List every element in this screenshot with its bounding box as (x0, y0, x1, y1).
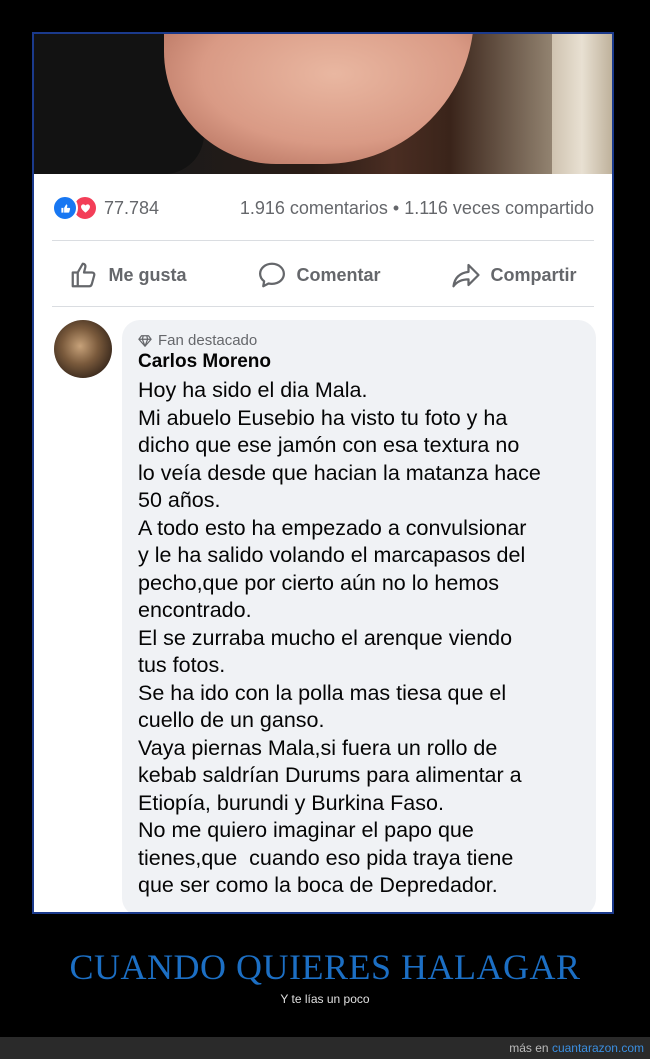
share-button[interactable]: Compartir (451, 260, 577, 290)
comment-label: Comentar (296, 264, 381, 285)
fan-badge: Fan destacado (138, 332, 580, 349)
avatar[interactable] (54, 320, 112, 378)
divider (52, 306, 594, 307)
comment-line: pecho,que por cierto aún no lo hemos (138, 570, 499, 595)
comment-line: El se zurraba mucho el arenque viendo (138, 625, 513, 650)
comment-line: No me quiero imaginar el papo que (138, 818, 474, 842)
comment-line: lo veía desde que hacian la matanza hace (138, 460, 541, 485)
like-button[interactable]: Me gusta (69, 260, 187, 290)
share-label: Compartir (490, 264, 577, 285)
photo-background (552, 34, 612, 174)
photo-arm (164, 34, 474, 164)
footer-text: más en cuantarazon.com (509, 1041, 644, 1055)
comment-icon (259, 262, 286, 288)
like-reaction-icon (52, 195, 78, 221)
comment-line: dicho que ese jamón con esa textura no (138, 433, 520, 457)
comment-text: Hoy ha sido el dia Mala. Mi abuelo Euseb… (138, 377, 580, 900)
comment-line: tienes,que cuando eso pida traya tiene (138, 845, 514, 870)
footer-prefix: más en (509, 1041, 552, 1055)
comment-line: que ser como la boca de Depredador. (138, 873, 498, 897)
comment-line: Vaya piernas Mala,si fuera un rollo de (138, 735, 498, 760)
comments-shares-count[interactable]: 1.916 comentarios • 1.116 veces comparti… (240, 198, 594, 219)
comment-bubble: Fan destacado Carlos Moreno Hoy ha sido … (122, 320, 596, 912)
comment-author[interactable]: Carlos Moreno (138, 351, 580, 373)
share-icon (452, 263, 481, 288)
comment-line: cuello de un ganso. (138, 708, 325, 732)
reactions[interactable]: 77.784 (52, 195, 159, 221)
site-link[interactable]: cuantarazon.com (552, 1041, 644, 1055)
comment-line: A todo esto ha empezado a convulsionar (138, 515, 527, 540)
comment-line: encontrado. (138, 598, 252, 622)
post-actions: Me gusta Comentar Compartir (34, 252, 612, 298)
meme-title: CUANDO QUIERES HALAGAR (69, 947, 581, 987)
screenshot-frame: 77.784 1.916 comentarios • 1.116 veces c… (32, 32, 614, 914)
footer-bar: más en cuantarazon.com (0, 1037, 650, 1059)
comment-line: tus fotos. (138, 653, 226, 677)
badge-label: Fan destacado (158, 332, 258, 349)
post-stats: 77.784 1.916 comentarios • 1.116 veces c… (52, 194, 594, 222)
comment-line: y le ha salido volando el marcapasos del (138, 543, 526, 567)
reaction-count: 77.784 (104, 197, 160, 218)
comment-line: Hoy ha sido el dia Mala. (138, 378, 368, 402)
meme-subtitle: Y te lías un poco (280, 992, 370, 1006)
diamond-icon (138, 334, 152, 347)
thumbs-up-icon (72, 262, 96, 288)
comment-line: Etiopía, burundi y Burkina Faso. (138, 790, 444, 815)
comment-line: 50 años. (138, 488, 221, 512)
comment-line: Se ha ido con la polla mas tiesa que el (138, 680, 507, 705)
divider (52, 240, 594, 241)
like-label: Me gusta (108, 264, 187, 285)
comment-button[interactable]: Comentar (257, 260, 381, 290)
comment-line: Mi abuelo Eusebio ha visto tu foto y ha (138, 405, 508, 430)
comment-line: kebab saldrían Durums para alimentar a (138, 763, 522, 787)
post-photo[interactable] (34, 34, 612, 174)
